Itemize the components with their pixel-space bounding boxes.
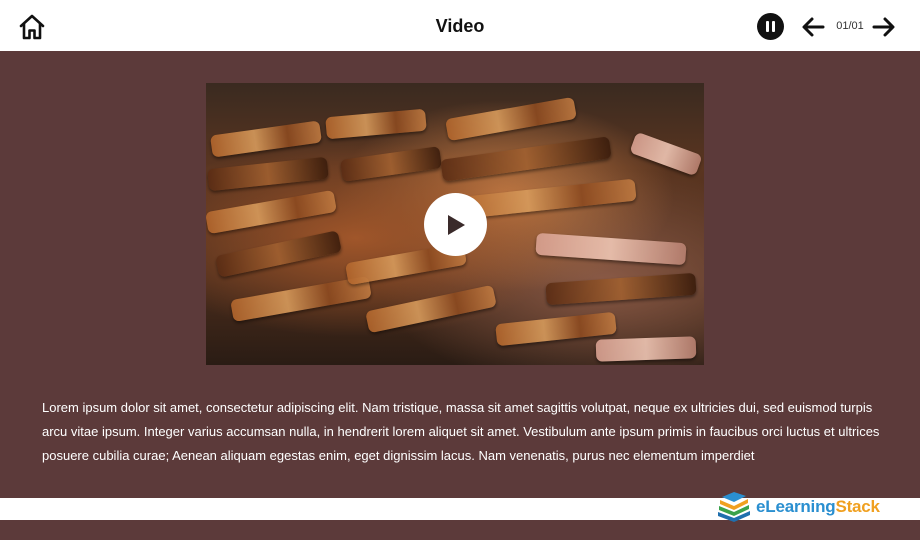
logo-text-part2: Stack bbox=[835, 497, 880, 516]
arrow-left-icon bbox=[802, 17, 825, 37]
elearningstack-logo: eLearningStack bbox=[716, 492, 880, 522]
play-button[interactable] bbox=[424, 193, 487, 256]
logo-text: eLearningStack bbox=[756, 497, 880, 517]
next-button[interactable] bbox=[871, 15, 897, 39]
video-thumbnail-detail bbox=[365, 284, 497, 334]
page-counter: 01/01 bbox=[836, 20, 864, 32]
pause-button[interactable] bbox=[757, 13, 784, 40]
video-thumbnail-detail bbox=[215, 230, 342, 278]
previous-button[interactable] bbox=[800, 15, 826, 39]
video-thumbnail-detail bbox=[207, 156, 329, 192]
body-paragraph: Lorem ipsum dolor sit amet, consectetur … bbox=[42, 400, 880, 463]
top-bar: Video 01/01 bbox=[0, 0, 920, 51]
home-button[interactable] bbox=[17, 12, 47, 42]
video-thumbnail-detail bbox=[545, 272, 697, 306]
video-thumbnail-detail bbox=[210, 120, 322, 158]
book-stack-icon bbox=[718, 492, 750, 522]
video-thumbnail-detail bbox=[535, 232, 687, 266]
play-icon bbox=[448, 215, 465, 235]
logo-text-part1: eLearning bbox=[756, 497, 836, 516]
video-thumbnail-detail bbox=[629, 131, 703, 177]
video-thumbnail-detail bbox=[445, 96, 577, 142]
pause-icon bbox=[772, 21, 775, 32]
video-thumbnail-detail bbox=[325, 108, 427, 140]
video-thumbnail-detail bbox=[206, 189, 337, 235]
page-title: Video bbox=[435, 16, 485, 36]
video-thumbnail-detail bbox=[440, 136, 612, 182]
arrow-right-icon bbox=[872, 17, 895, 37]
home-icon bbox=[19, 14, 45, 40]
video-player[interactable] bbox=[206, 83, 704, 365]
video-thumbnail-detail bbox=[339, 146, 443, 182]
video-thumbnail-detail bbox=[595, 336, 697, 362]
pause-icon bbox=[766, 21, 769, 32]
